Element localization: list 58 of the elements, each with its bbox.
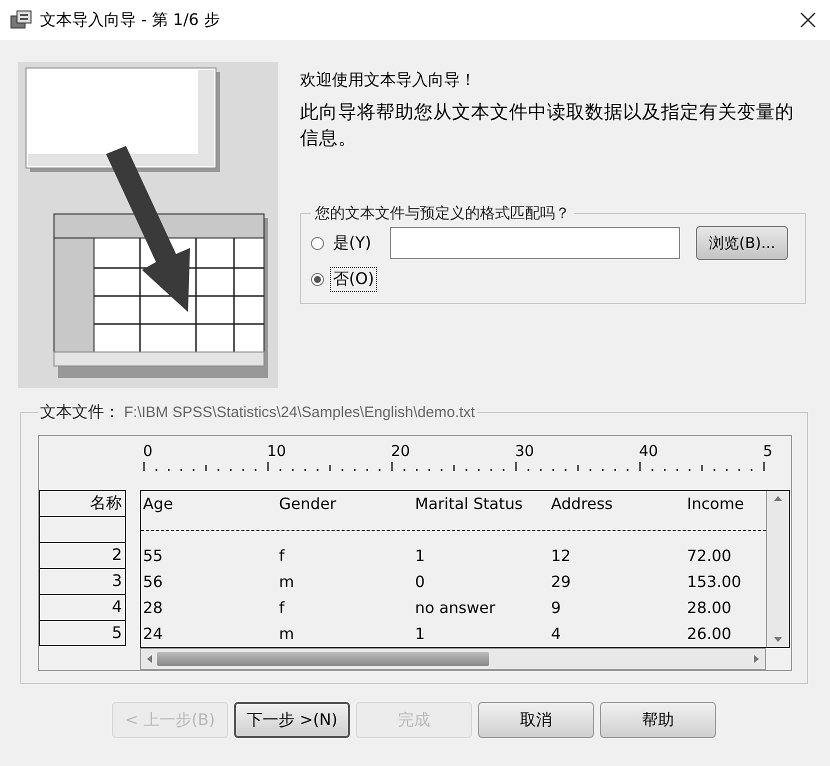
data-cell-text: 1 xyxy=(414,547,426,565)
vertical-scrollbar[interactable] xyxy=(766,491,789,647)
scroll-up-icon[interactable] xyxy=(773,494,783,502)
group-label: 您的文本文件与预定义的格式匹配吗？ xyxy=(314,204,571,223)
ruler-label: 20 xyxy=(391,442,412,460)
data-cell-text: 72.00 xyxy=(686,547,732,565)
radio-label[interactable]: 否(O) xyxy=(330,266,378,292)
path-input-field[interactable] xyxy=(390,227,680,259)
data-cell-text: no answer xyxy=(414,599,496,617)
scroll-left-icon[interactable] xyxy=(145,654,153,664)
window-title: 文本导入向导 - 第 1/6 步 xyxy=(40,10,221,30)
name-header-cell: 名称 xyxy=(39,490,126,516)
ruler-label: 5 xyxy=(763,442,774,460)
ruler-label: 30 xyxy=(515,442,536,460)
data-cell-text: m xyxy=(278,573,296,591)
column-header: Gender xyxy=(278,495,338,513)
welcome-heading: 欢迎使用文本导入向导！ xyxy=(300,69,477,91)
row-number-cell: 4 xyxy=(39,594,126,620)
data-cell-text: 29 xyxy=(550,573,572,591)
column-header: Age xyxy=(142,495,174,513)
scroll-right-icon[interactable] xyxy=(753,654,761,664)
scroll-down-icon[interactable] xyxy=(773,636,783,644)
data-cell-text: 153.00 xyxy=(686,573,742,591)
radio-button[interactable] xyxy=(311,272,324,286)
ruler-label: 40 xyxy=(639,442,660,460)
ruler-label: 0 xyxy=(143,442,154,460)
radio-button[interactable] xyxy=(311,236,324,250)
data-cell-text: 28.00 xyxy=(686,599,732,617)
data-cell-text: 9 xyxy=(550,599,562,617)
data-cell-text: 55 xyxy=(142,547,164,565)
app-icon xyxy=(10,10,32,30)
data-cell-text: f xyxy=(278,547,286,565)
data-cell-text: 24 xyxy=(142,625,164,643)
browse-button[interactable]: 浏览(B)... xyxy=(696,226,788,260)
wizard-button[interactable]: 下一步 >(N) xyxy=(234,702,350,738)
radio-label[interactable]: 是(Y) xyxy=(330,230,374,256)
column-header: Income xyxy=(686,495,744,513)
column-header: Marital Status xyxy=(414,495,524,513)
data-cell-text: 26.00 xyxy=(686,625,732,643)
data-cell-text: 28 xyxy=(142,599,164,617)
data-cell-text: m xyxy=(278,625,296,643)
data-cell-text: 12 xyxy=(550,547,572,565)
row-number-cell: 5 xyxy=(39,620,126,646)
file-path: F:\IBM SPSS\Statistics\24\Samples\English\demo.txt xyxy=(124,404,475,421)
description-text: 此向导将帮助您从文本文件中读取数据以及指定有关变量的信息。 xyxy=(300,101,795,151)
data-cell-text: 56 xyxy=(142,573,164,591)
data-cell-text: 0 xyxy=(414,573,426,591)
row-number-cell: 3 xyxy=(39,568,126,594)
column-header: Address xyxy=(550,495,614,513)
data-cell-text: 4 xyxy=(550,625,562,643)
wizard-button[interactable]: 取消 xyxy=(478,702,594,738)
row-number-cell: 2 xyxy=(39,542,126,568)
data-cell-text: 1 xyxy=(414,625,426,643)
data-cell-text: f xyxy=(278,599,286,617)
ruler-label: 10 xyxy=(267,442,288,460)
file-label: 文本文件： xyxy=(40,402,120,423)
wizard-button[interactable]: 帮助 xyxy=(600,702,716,738)
horizontal-scrollbar[interactable] xyxy=(140,648,766,670)
